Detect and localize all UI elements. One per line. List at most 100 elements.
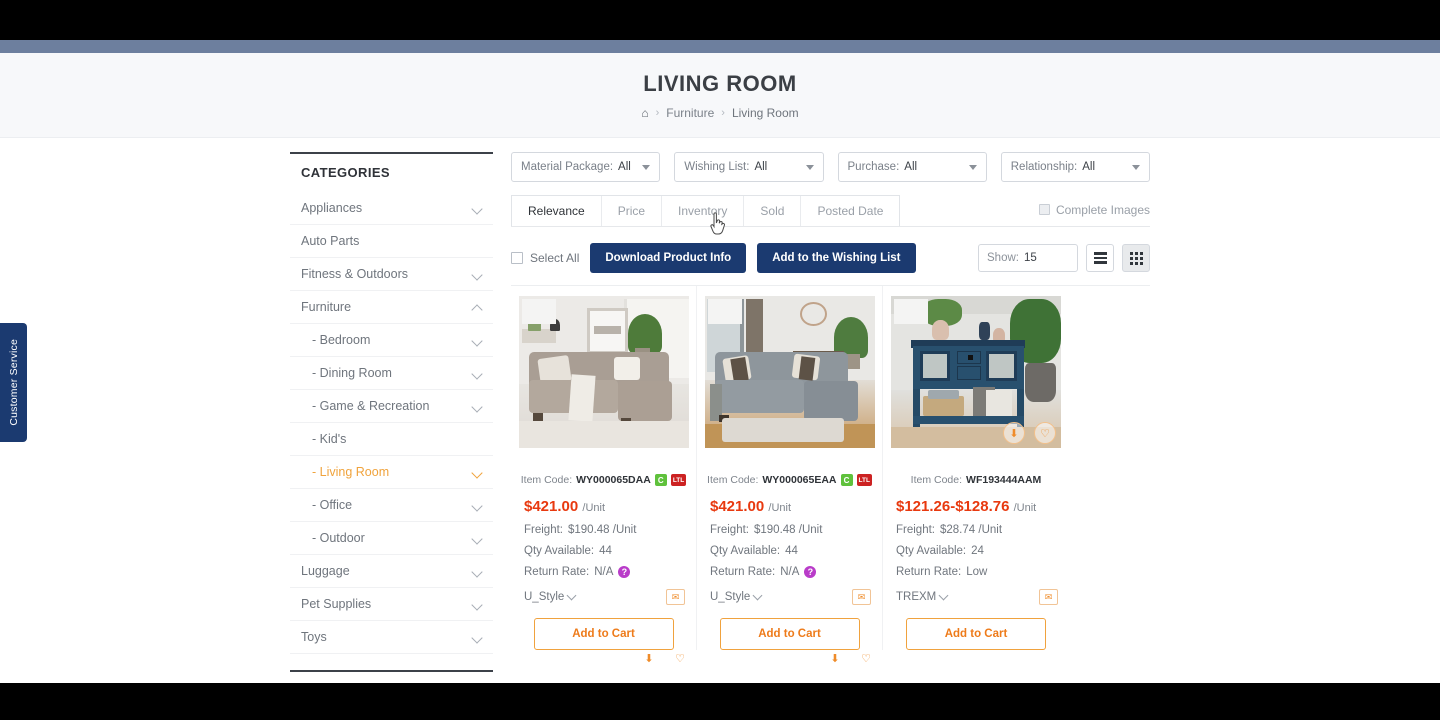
sidebar-category-item[interactable]: - Game & Recreation xyxy=(290,390,493,423)
breadcrumb-separator: › xyxy=(721,106,725,119)
sidebar-category-label: Furniture xyxy=(301,300,352,314)
screenshot-root: ... ... LIVING ROOM ⌂ › Furniture › Livi… xyxy=(0,0,1440,720)
product-select-checkbox[interactable] xyxy=(522,299,556,324)
filter-select[interactable]: Wishing List: All xyxy=(674,152,824,182)
download-icon[interactable]: ⬇ xyxy=(1003,422,1025,444)
sidebar-category-item[interactable]: - Outdoor xyxy=(290,522,493,555)
certified-badge-icon: C xyxy=(654,474,667,486)
breadcrumb-item-furniture[interactable]: Furniture xyxy=(666,106,714,120)
sidebar-category-item[interactable]: - Bedroom xyxy=(290,324,493,357)
product-card[interactable]: ⬇ ♡ Item Code: WY000065EAA C LTL $421.00 /Unit… xyxy=(697,286,883,665)
sidebar-category-item[interactable]: Luggage xyxy=(290,555,493,588)
select-all-toggle[interactable]: Select All xyxy=(511,251,579,265)
complete-images-checkbox[interactable] xyxy=(1038,204,1050,215)
ltl-shipping-badge-icon: LTL xyxy=(856,474,872,486)
envelope-icon[interactable]: ✉ xyxy=(666,589,685,605)
price-unit: /Unit xyxy=(1013,502,1037,514)
item-code-label: Item Code: xyxy=(910,474,963,486)
product-price: $421.00 /Unit xyxy=(705,498,874,515)
list-view-icon xyxy=(1093,252,1107,264)
page-header: LIVING ROOM ⌂ › Furniture › Living Room xyxy=(0,53,1440,138)
download-icon[interactable]: ⬇ xyxy=(638,647,660,669)
filter-select[interactable]: Material Package: All xyxy=(511,152,661,182)
product-card[interactable]: ⬇ ♡ Item Code: WF193444AAM $121.26-$128.76 /… xyxy=(883,286,1069,650)
product-select-checkbox[interactable] xyxy=(708,299,742,324)
add-to-wishing-list-button[interactable]: Add to the Wishing List xyxy=(757,243,916,273)
chevron-down-icon[interactable] xyxy=(473,535,484,542)
sidebar-category-item[interactable]: - Kid's xyxy=(290,423,493,456)
chevron-down-icon[interactable] xyxy=(473,271,484,278)
chevron-down-icon[interactable] xyxy=(473,568,484,575)
sidebar-category-item[interactable]: - Living Room xyxy=(290,456,493,489)
envelope-icon[interactable]: ✉ xyxy=(852,589,871,605)
sort-tab[interactable]: Relevance xyxy=(512,196,602,226)
customer-service-tab[interactable]: Customer Service xyxy=(0,323,27,442)
unit-price-heading: UNIT PRICE xyxy=(290,670,493,683)
complete-images-toggle[interactable]: Complete Images xyxy=(1038,203,1150,219)
sort-tab[interactable]: Inventory xyxy=(662,196,745,226)
sidebar-category-item[interactable]: Pet Supplies xyxy=(290,588,493,621)
price-value: $421.00 xyxy=(524,498,579,515)
sort-tab[interactable]: Posted Date xyxy=(801,196,900,226)
add-to-cart-button[interactable]: Add to Cart xyxy=(906,618,1046,650)
sidebar-category-label: Pet Supplies xyxy=(301,597,372,611)
chevron-down-icon[interactable] xyxy=(473,502,484,509)
product-image[interactable] xyxy=(519,296,689,448)
product-select-checkbox[interactable] xyxy=(894,299,928,324)
download-product-info-button[interactable]: Download Product Info xyxy=(590,243,747,273)
add-to-cart-button[interactable]: Add to Cart xyxy=(719,618,860,650)
product-card[interactable]: ⬇ ♡ Item Code: WY000065DAA C LTL $421.00 /Unit… xyxy=(511,286,697,665)
return-rate-label: Return Rate: xyxy=(896,566,962,578)
filter-select[interactable]: Purchase: All xyxy=(837,152,987,182)
brand-selector[interactable]: TREXM xyxy=(896,590,949,603)
heart-icon[interactable]: ♡ xyxy=(855,647,877,669)
sort-tab[interactable]: Sold xyxy=(744,196,802,226)
heart-icon[interactable]: ♡ xyxy=(1034,422,1056,444)
price-value: $421.00 xyxy=(710,498,765,515)
grid-view-button[interactable] xyxy=(1122,244,1150,272)
heart-icon[interactable]: ♡ xyxy=(669,647,691,669)
chevron-up-icon[interactable] xyxy=(473,304,484,311)
show-count-select[interactable]: Show: 15 xyxy=(978,244,1078,272)
ltl-shipping-badge-icon: LTL xyxy=(670,474,687,486)
list-view-button[interactable] xyxy=(1086,244,1114,272)
brand-selector[interactable]: U_Style xyxy=(524,590,577,603)
select-all-checkbox[interactable] xyxy=(511,252,523,264)
chevron-down-icon[interactable] xyxy=(473,634,484,641)
sort-tab[interactable]: Price xyxy=(601,196,663,226)
chevron-down-icon[interactable] xyxy=(473,337,484,344)
sidebar-category-item[interactable]: Toys xyxy=(290,621,493,654)
sidebar-category-item[interactable]: Furniture xyxy=(290,291,493,324)
sidebar-category-item[interactable]: Auto Parts xyxy=(290,225,493,258)
item-code-value: WF193444AAM xyxy=(966,474,1042,486)
question-mark-icon[interactable]: ? xyxy=(804,566,817,578)
sidebar-category-label: Fitness & Outdoors xyxy=(301,267,408,281)
chevron-down-icon[interactable] xyxy=(473,205,484,212)
product-image[interactable]: ⬇ ♡ xyxy=(891,296,1061,448)
add-to-cart-button[interactable]: Add to Cart xyxy=(533,618,674,650)
product-image[interactable] xyxy=(705,296,875,448)
show-value: 15 xyxy=(1023,252,1037,264)
home-icon[interactable]: ⌂ xyxy=(641,107,648,119)
chevron-down-icon[interactable] xyxy=(473,370,484,377)
sidebar-category-item[interactable]: - Dining Room xyxy=(290,357,493,390)
sidebar-category-label: Luggage xyxy=(301,564,350,578)
sidebar-category-item[interactable]: - Office xyxy=(290,489,493,522)
site-navbar-cropped[interactable]: ... ... xyxy=(0,40,1440,92)
brand-selector[interactable]: U_Style xyxy=(710,590,763,603)
filter-select[interactable]: Relationship: All xyxy=(1000,152,1150,182)
filter-label: Wishing List: xyxy=(684,161,750,173)
sidebar-category-item[interactable]: Fitness & Outdoors xyxy=(290,258,493,291)
question-mark-icon[interactable]: ? xyxy=(618,566,631,578)
chevron-down-icon[interactable] xyxy=(473,469,484,476)
price-unit: /Unit xyxy=(768,502,792,514)
chevron-down-icon[interactable] xyxy=(473,601,484,608)
envelope-icon[interactable]: ✉ xyxy=(1039,589,1058,605)
filter-value: All xyxy=(904,161,918,173)
brand-row: TREXM ✉ xyxy=(891,589,1061,605)
page-title: LIVING ROOM xyxy=(643,70,797,96)
download-icon[interactable]: ⬇ xyxy=(824,647,846,669)
chevron-down-icon xyxy=(968,164,977,170)
chevron-down-icon[interactable] xyxy=(473,403,484,410)
sidebar-category-item[interactable]: Appliances xyxy=(290,192,493,225)
